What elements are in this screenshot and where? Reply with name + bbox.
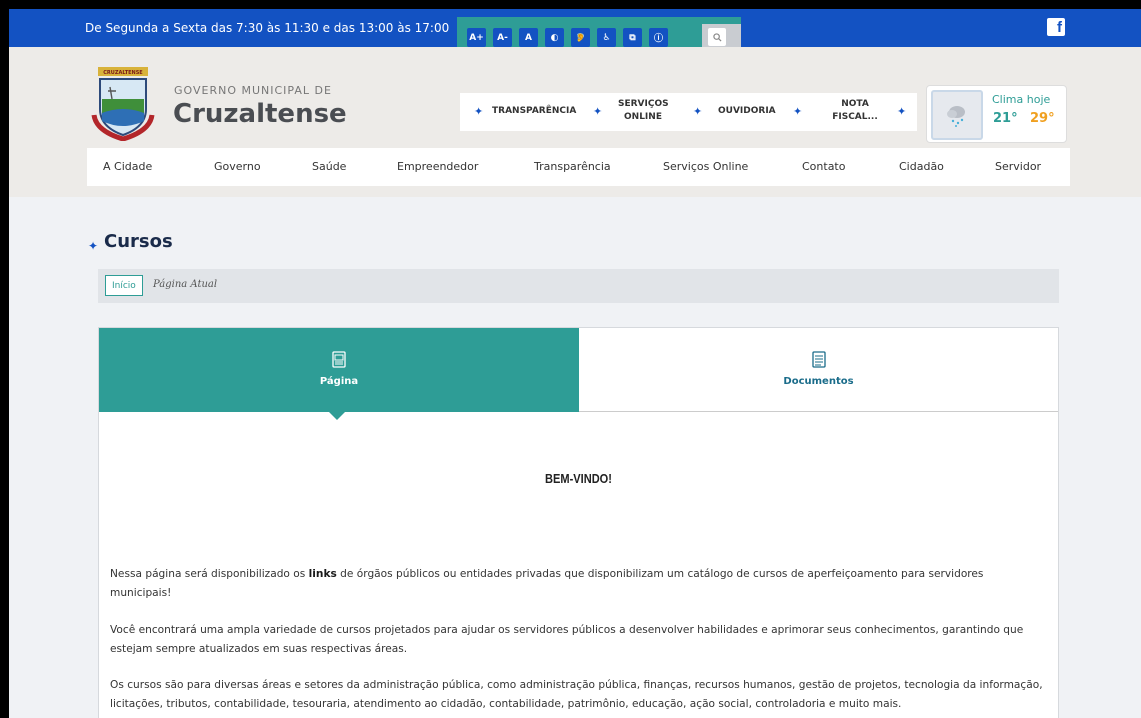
nav-item-contato[interactable]: Contato — [802, 160, 845, 173]
wheelchair-icon: ♿ — [602, 32, 611, 43]
site-title[interactable]: Cruzaltense — [173, 99, 347, 129]
top-bar: De Segunda a Sexta das 7:30 às 11:30 e d… — [9, 9, 1141, 58]
star-icon: ✦ — [693, 105, 703, 118]
sitemap-button[interactable]: ⧉ — [623, 28, 642, 47]
quicklink-servicos-online[interactable]: SERVIÇOS ONLINE — [618, 98, 669, 124]
star-icon: ✦ — [897, 105, 907, 118]
header: CRUZALTENSE GOVERNO MUNICIPAL DE Cruzalt… — [9, 47, 1141, 197]
star-icon: ✦ — [793, 105, 803, 118]
quicklink-nota-line1: NOTA — [841, 99, 869, 109]
nav-item-transparencia[interactable]: Transparência — [534, 160, 611, 173]
facebook-label: f — [1057, 19, 1062, 36]
quicklink-ouvidoria[interactable]: OUVIDORIA — [718, 105, 776, 118]
contrast-button[interactable]: ◐ — [545, 28, 564, 47]
nav-item-empreendedor[interactable]: Empreendedor — [397, 160, 478, 173]
search-icon[interactable] — [708, 28, 726, 46]
star-icon: ✦ — [474, 105, 484, 118]
quick-links: ✦ TRANSPARÊNCIA ✦ SERVIÇOS ONLINE ✦ OUVI… — [460, 93, 917, 131]
font-decrease-button[interactable]: A- — [493, 28, 512, 47]
nav-item-saude[interactable]: Saúde — [312, 160, 346, 173]
star-icon: ✦ — [593, 105, 603, 118]
document-icon — [811, 351, 826, 368]
links-emphasis: links — [308, 568, 337, 580]
welcome-heading: BEM-VINDO! — [545, 471, 612, 486]
page: De Segunda a Sexta das 7:30 às 11:30 e d… — [9, 9, 1141, 718]
font-increase-icon: A+ — [469, 32, 484, 43]
weather-icon-box — [931, 90, 983, 140]
wheelchair-button[interactable]: ♿ — [597, 28, 616, 47]
quicklink-servicos-line2: ONLINE — [624, 112, 662, 122]
font-decrease-icon: A- — [497, 32, 508, 43]
temp-max: 29° — [1030, 111, 1055, 126]
office-hours: De Segunda a Sexta das 7:30 às 11:30 e d… — [85, 21, 450, 35]
quicklink-nota-line2: FISCAL... — [832, 112, 878, 122]
quicklink-transparencia[interactable]: TRANSPARÊNCIA — [492, 105, 576, 118]
breadcrumb: Início Página Atual — [98, 269, 1059, 303]
weather-widget: Clima hoje 21° 29° — [926, 85, 1067, 143]
paragraph-1: Nessa página será disponibilizado os lin… — [110, 565, 1045, 603]
contrast-icon: ◐ — [550, 32, 559, 43]
weather-label: Clima hoje — [992, 93, 1051, 106]
paragraph-1-text: Nessa página será disponibilizado os — [110, 568, 309, 580]
nav-item-servidor[interactable]: Servidor — [995, 160, 1041, 173]
main-nav: A Cidade Governo Saúde Empreendedor Tran… — [87, 148, 1070, 186]
facebook-icon[interactable]: f — [1047, 18, 1065, 36]
paragraph-3: Os cursos são para diversas áreas e seto… — [110, 679, 1043, 710]
gov-subtitle: GOVERNO MUNICIPAL DE — [174, 84, 332, 97]
tab-documentos[interactable]: Documentos — [579, 328, 1058, 412]
page-title: Cursos — [104, 231, 173, 252]
info-icon: ⓘ — [653, 34, 663, 44]
breadcrumb-home-link[interactable]: Início — [105, 275, 143, 296]
nav-item-cidadao[interactable]: Cidadão — [899, 160, 944, 173]
font-reset-button[interactable]: A — [519, 28, 538, 47]
page-icon — [332, 351, 346, 368]
svg-text:CRUZALTENSE: CRUZALTENSE — [103, 70, 143, 76]
info-button[interactable]: ⓘ — [649, 28, 668, 47]
rain-cloud-icon — [947, 106, 965, 127]
temp-min: 21° — [993, 111, 1018, 126]
breadcrumb-current: Página Atual — [153, 279, 218, 290]
tab-pagina-label: Página — [319, 376, 359, 387]
hearing-icon: 🦻 — [575, 33, 586, 42]
tab-documentos-label: Documentos — [783, 376, 854, 387]
font-increase-button[interactable]: A+ — [467, 28, 486, 47]
paragraph-2: Você encontrará uma ampla variedade de c… — [110, 624, 1024, 655]
nav-item-governo[interactable]: Governo — [214, 160, 261, 173]
sitemap-icon: ⧉ — [629, 32, 636, 43]
municipal-crest-logo[interactable]: CRUZALTENSE — [90, 65, 156, 141]
title-star-icon: ✦ — [88, 239, 99, 253]
tab-pagina[interactable]: Página — [99, 328, 579, 412]
quicklink-servicos-line1: SERVIÇOS — [618, 99, 669, 109]
quicklink-nota-fiscal[interactable]: NOTA FISCAL... — [832, 98, 878, 124]
hearing-button[interactable]: 🦻 — [571, 28, 590, 47]
nav-item-servicos-online[interactable]: Serviços Online — [663, 160, 748, 173]
active-tab-pointer — [329, 412, 345, 420]
font-reset-icon: A — [525, 32, 532, 43]
nav-item-a-cidade[interactable]: A Cidade — [103, 160, 152, 173]
content-panel: Página Documentos BEM-VINDO! Nessa págin… — [98, 327, 1059, 718]
